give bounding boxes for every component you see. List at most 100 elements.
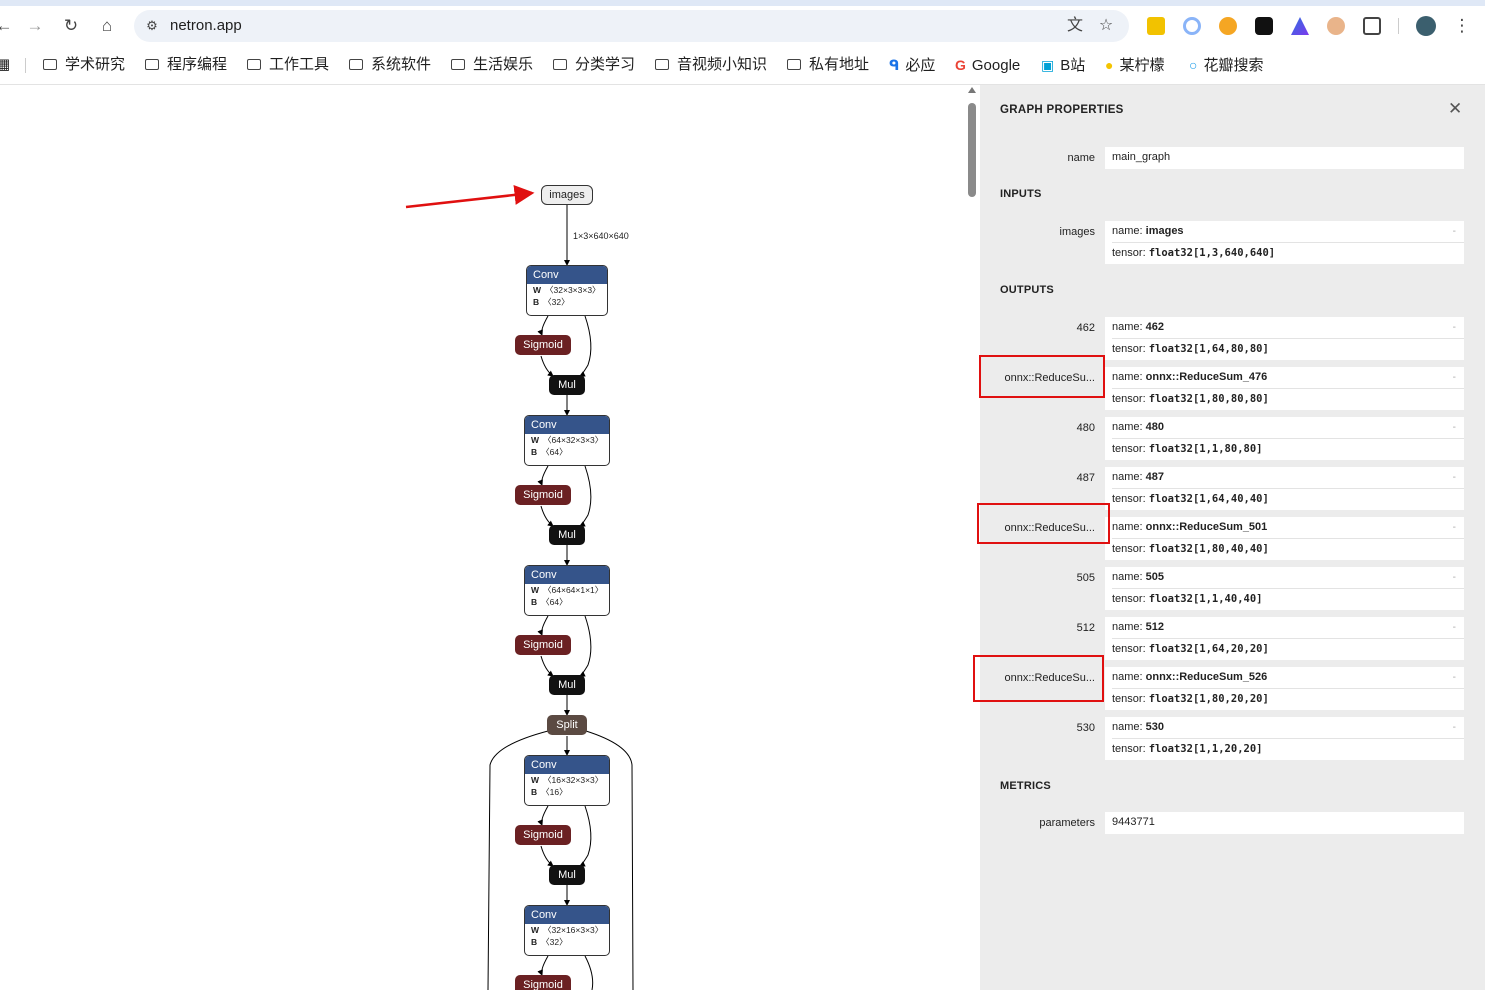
close-icon[interactable]: ✕: [1448, 99, 1462, 119]
output-tensor: float32[1,80,40,40]: [1148, 543, 1269, 555]
face-extension-icon[interactable]: [1327, 17, 1345, 35]
sigmoid-node[interactable]: Sigmoid: [515, 335, 571, 355]
folder-icon: [349, 59, 363, 70]
download-extension-icon[interactable]: [1147, 17, 1165, 35]
output-value[interactable]: name: 512 - tensor: float32[1,64,20,20]: [1105, 617, 1464, 660]
expand-icon[interactable]: -: [1453, 317, 1456, 338]
home-icon[interactable]: ⌂: [95, 14, 119, 38]
expand-icon[interactable]: -: [1453, 667, 1456, 688]
bookmark-link[interactable]: G Google: [955, 54, 1020, 76]
triangle-extension-icon[interactable]: [1291, 17, 1309, 35]
output-value[interactable]: name: 487 - tensor: float32[1,64,40,40]: [1105, 467, 1464, 510]
bookmark-link[interactable]: ▣ B站: [1041, 54, 1085, 76]
menu-dots-icon[interactable]: ⋮: [1450, 14, 1474, 38]
expand-icon[interactable]: -: [1453, 221, 1456, 242]
conv-node[interactable]: Conv W 〈64×64×1×1〉 B 〈64〉: [524, 565, 610, 616]
bookmark-folder[interactable]: 系统软件: [349, 54, 431, 76]
bookmark-folder[interactable]: 工作工具: [247, 54, 329, 76]
apps-grid-icon[interactable]: ▦: [0, 54, 10, 76]
sigmoid-node[interactable]: Sigmoid: [515, 485, 571, 505]
weight-label: W: [533, 285, 542, 295]
sigmoid-node[interactable]: Sigmoid: [515, 975, 571, 990]
sigmoid-node[interactable]: Sigmoid: [515, 825, 571, 845]
bookmark-folder[interactable]: 私有地址: [787, 54, 869, 76]
expand-icon[interactable]: -: [1453, 367, 1456, 388]
mul-node[interactable]: Mul: [549, 675, 585, 695]
weight-label: W: [531, 585, 540, 595]
output-value[interactable]: name: 462 - tensor: float32[1,64,80,80]: [1105, 317, 1464, 360]
huaban-icon: ○: [1189, 57, 1198, 73]
folder-icon: [553, 59, 567, 70]
reload-icon[interactable]: ↻: [59, 14, 83, 38]
bookmark-folder[interactable]: 生活娱乐: [451, 54, 533, 76]
forward-icon[interactable]: →: [23, 14, 47, 38]
translate-icon[interactable]: 文: [1064, 16, 1086, 36]
conv-node[interactable]: Conv W 〈32×3×3×3〉 B 〈32〉: [526, 265, 608, 316]
conv-bias-row: B 〈32〉: [527, 296, 607, 308]
output-value[interactable]: name: 480 - tensor: float32[1,1,80,80]: [1105, 417, 1464, 460]
url-text: netron.app: [170, 17, 242, 34]
bookmark-folder[interactable]: 学术研究: [43, 54, 125, 76]
panel-title: GRAPH PROPERTIES: [1000, 104, 1124, 116]
output-value[interactable]: name: onnx::ReduceSum_476 - tensor: float…: [1105, 367, 1464, 410]
bookmark-folder[interactable]: 程序编程: [145, 54, 227, 76]
inputs-header: INPUTS: [1000, 188, 1042, 200]
scrollbar-thumb[interactable]: [968, 103, 976, 197]
output-name: 480: [1145, 421, 1164, 433]
conv-node-title: Conv: [527, 266, 607, 284]
site-info-icon[interactable]: ⚙: [142, 16, 162, 36]
output-value[interactable]: name: onnx::ReduceSum_526 - tensor: float…: [1105, 667, 1464, 710]
conv-bias-row: B 〈64〉: [525, 446, 609, 458]
bookmark-folder[interactable]: 分类学习: [553, 54, 635, 76]
sigmoid-node[interactable]: Sigmoid: [515, 635, 571, 655]
weight-label: W: [531, 435, 540, 445]
field-name-label: name:: [1112, 571, 1146, 583]
bing-search-icon: ᑫ: [889, 57, 900, 73]
expand-icon[interactable]: -: [1453, 517, 1456, 538]
scroll-up-arrow-icon[interactable]: [968, 87, 976, 93]
bookmark-link[interactable]: ᑫ 必应: [889, 54, 935, 76]
graph-input-node[interactable]: images: [541, 185, 593, 205]
clock-extension-icon[interactable]: [1219, 17, 1237, 35]
extensions-puzzle-icon[interactable]: [1363, 17, 1381, 35]
bookmark-link[interactable]: ● 某柠檬: [1105, 54, 1164, 76]
folder-icon: [145, 59, 159, 70]
mul-node[interactable]: Mul: [549, 865, 585, 885]
weight-shape: 〈64×32×3×3〉: [543, 435, 604, 445]
profile-avatar[interactable]: [1416, 16, 1436, 36]
dark-extension-icon[interactable]: [1255, 17, 1273, 35]
split-node[interactable]: Split: [547, 715, 587, 735]
output-tensor: float32[1,1,80,80]: [1148, 443, 1263, 455]
model-graph-canvas[interactable]: images 1×3×640×640 Conv W 〈32×3×3×3〉 B 〈32…: [0, 85, 968, 990]
output-value[interactable]: name: 505 - tensor: float32[1,1,40,40]: [1105, 567, 1464, 610]
outputs-header: OUTPUTS: [1000, 284, 1054, 296]
input-label: images: [1059, 226, 1095, 238]
expand-icon[interactable]: -: [1453, 717, 1456, 738]
expand-icon[interactable]: -: [1453, 567, 1456, 588]
mul-node[interactable]: Mul: [549, 525, 585, 545]
output-name: 487: [1145, 471, 1164, 483]
output-value[interactable]: name: 530 - tensor: float32[1,1,20,20]: [1105, 717, 1464, 760]
bookmark-folder[interactable]: 音视频小知识: [655, 54, 767, 76]
input-value[interactable]: name: images - tensor: float32[1,3,640,64…: [1105, 221, 1464, 264]
output-label: 512: [1076, 622, 1095, 634]
circle-extension-icon[interactable]: [1183, 17, 1201, 35]
field-tensor-label: tensor:: [1112, 743, 1149, 755]
output-tensor: float32[1,80,20,20]: [1148, 693, 1269, 705]
mul-node[interactable]: Mul: [549, 375, 585, 395]
address-bar[interactable]: ⚙ netron.app 文 ☆: [134, 10, 1129, 42]
expand-icon[interactable]: -: [1453, 467, 1456, 488]
bookmark-star-icon[interactable]: ☆: [1095, 16, 1117, 36]
parameters-label: parameters: [1039, 817, 1095, 829]
expand-icon[interactable]: -: [1453, 417, 1456, 438]
bookmarks-divider: [25, 58, 26, 73]
bookmark-link[interactable]: ○ 花瓣搜索: [1189, 54, 1263, 76]
conv-node[interactable]: Conv W 〈32×16×3×3〉 B 〈32〉: [524, 905, 610, 956]
bias-label: B: [531, 447, 538, 457]
output-value[interactable]: name: onnx::ReduceSum_501 - tensor: float…: [1105, 517, 1464, 560]
conv-node[interactable]: Conv W 〈64×32×3×3〉 B 〈64〉: [524, 415, 610, 466]
expand-icon[interactable]: -: [1453, 617, 1456, 638]
conv-node[interactable]: Conv W 〈16×32×3×3〉 B 〈16〉: [524, 755, 610, 806]
back-icon[interactable]: ←: [0, 14, 16, 38]
highlight-box: [973, 655, 1104, 702]
